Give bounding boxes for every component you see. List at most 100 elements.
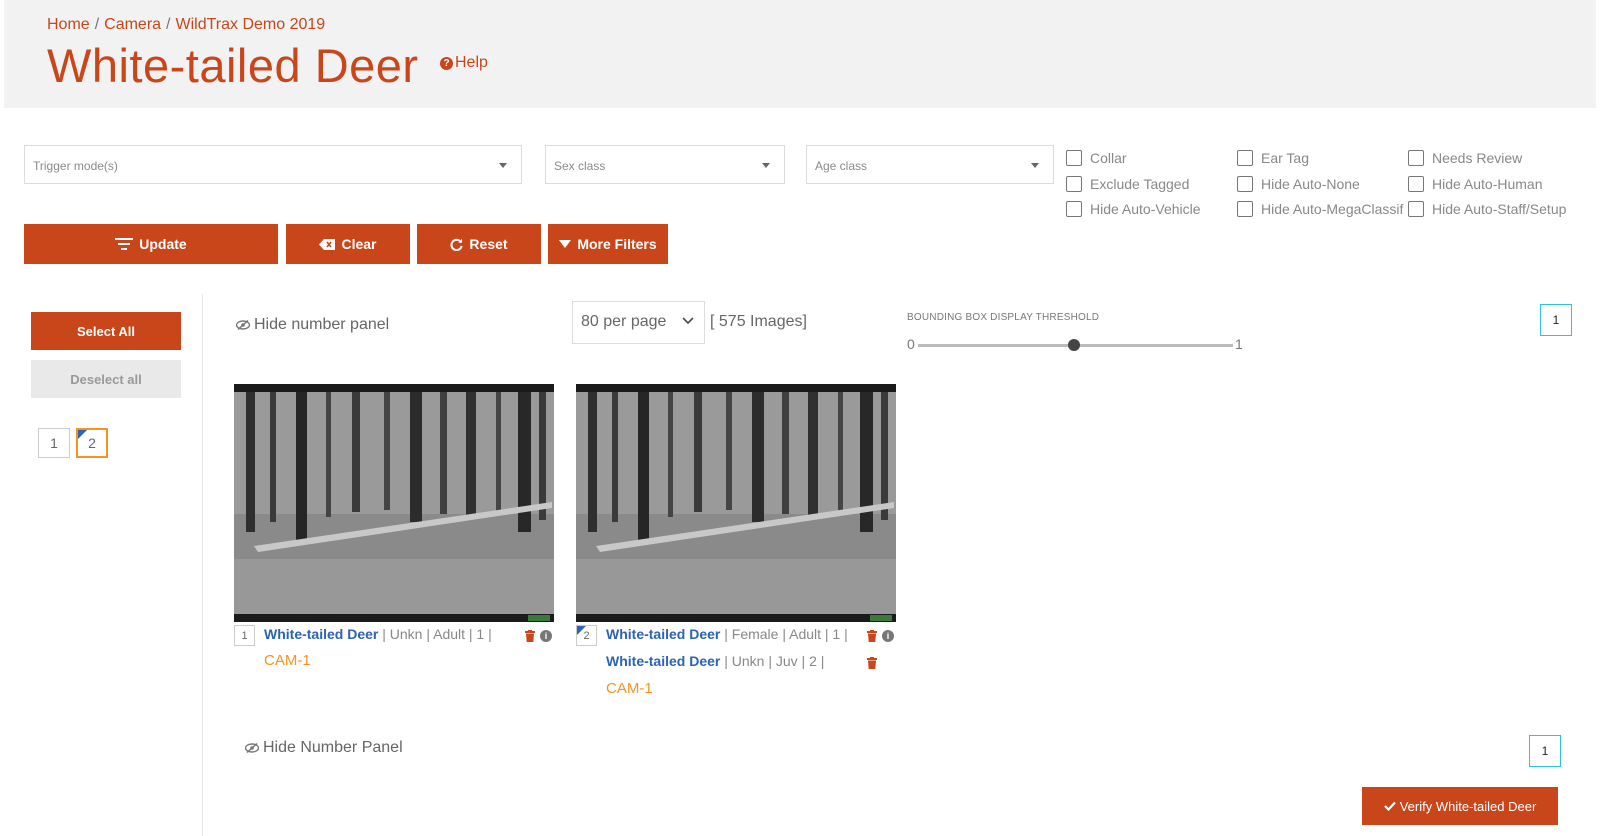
eye-slash-icon xyxy=(245,743,259,753)
pagination-page-1-bottom[interactable]: 1 xyxy=(1529,735,1561,767)
refresh-icon xyxy=(450,238,464,251)
checkbox-box[interactable] xyxy=(1408,150,1424,166)
checkbox-box[interactable] xyxy=(1237,176,1253,192)
tag-details: | Unkn | Juv | 2 | xyxy=(720,653,825,669)
image-timestamp-bar xyxy=(576,384,896,392)
breadcrumb-project[interactable]: WildTrax Demo 2019 xyxy=(176,16,326,33)
checkbox-ear-tag[interactable]: Ear Tag xyxy=(1237,150,1309,166)
check-icon xyxy=(1383,801,1396,811)
number-filter-2[interactable]: 2 xyxy=(76,428,108,458)
checkbox-label: Ear Tag xyxy=(1261,150,1309,166)
breadcrumb-separator: / xyxy=(94,16,100,33)
caret-down-icon xyxy=(499,163,507,168)
info-icon[interactable]: i xyxy=(882,630,894,642)
pagination-page-1[interactable]: 1 xyxy=(1540,304,1572,336)
hide-number-panel-toggle-bottom[interactable]: Hide Number Panel xyxy=(245,739,403,757)
checkbox-box[interactable] xyxy=(1066,150,1082,166)
chevron-down-icon xyxy=(682,317,694,325)
checkbox-label: Collar xyxy=(1090,150,1127,166)
checkbox-label: Exclude Tagged xyxy=(1090,176,1190,192)
update-button[interactable]: Update xyxy=(24,224,278,264)
page-header: Home / Camera / WildTrax Demo 2019 White-tai… xyxy=(4,0,1596,108)
threshold-min: 0 xyxy=(907,336,915,352)
reset-label: Reset xyxy=(469,236,508,252)
trash-icon[interactable] xyxy=(867,630,877,642)
caret-down-icon xyxy=(762,163,770,168)
image-count: [ 575 Images] xyxy=(710,313,807,330)
species-link[interactable]: White-tailed Deer xyxy=(264,626,378,642)
breadcrumb-home[interactable]: Home xyxy=(47,16,90,33)
image-number-1[interactable]: 1 xyxy=(234,625,255,646)
checkbox-hide-auto-megaclassif[interactable]: Hide Auto-MegaClassif xyxy=(1237,201,1403,217)
per-page-select[interactable]: 80 per page xyxy=(572,301,705,344)
trigger-mode-select[interactable]: Trigger mode(s) xyxy=(24,145,522,184)
trigger-mode-placeholder: Trigger mode(s) xyxy=(33,159,118,173)
clear-label: Clear xyxy=(341,236,377,252)
threshold-slider-handle[interactable] xyxy=(1068,339,1080,351)
breadcrumb-camera[interactable]: Camera xyxy=(104,16,161,33)
clear-button[interactable]: Clear xyxy=(286,224,410,264)
image-tag-2-2: White-tailed Deer | Unkn | Juv | 2 | xyxy=(606,653,824,669)
image-number-2[interactable]: 2 xyxy=(576,625,597,646)
checkbox-label: Hide Auto-None xyxy=(1261,176,1360,192)
hide-number-panel-toggle[interactable]: Hide number panel xyxy=(236,316,389,334)
checkbox-label: Hide Auto-MegaClassif xyxy=(1261,201,1404,217)
forest-photo xyxy=(576,384,896,622)
tagged-corner-marker xyxy=(78,430,87,439)
checkbox-label: Needs Review xyxy=(1432,150,1523,166)
help-label: Help xyxy=(455,54,488,71)
select-all-button[interactable]: Select All xyxy=(31,312,181,350)
checkbox-box[interactable] xyxy=(1066,201,1082,217)
camera-label: CAM-1 xyxy=(606,680,653,697)
deselect-all-button[interactable]: Deselect all xyxy=(31,360,181,398)
per-page-value: 80 per page xyxy=(581,313,667,330)
age-class-placeholder: Age class xyxy=(815,159,868,173)
species-link[interactable]: White-tailed Deer xyxy=(606,653,720,669)
checkbox-needs-review[interactable]: Needs Review xyxy=(1408,150,1522,166)
number-filter-1[interactable]: 1 xyxy=(38,428,70,458)
checkbox-box[interactable] xyxy=(1237,150,1253,166)
tagged-corner-marker xyxy=(577,626,586,635)
verify-species-button[interactable]: Verify White-tailed Deer xyxy=(1362,787,1558,825)
threshold-max: 1 xyxy=(1235,336,1243,352)
help-link[interactable]: ? Help xyxy=(440,54,488,72)
verify-label: Verify White-tailed Deer xyxy=(1399,798,1537,814)
reset-button[interactable]: Reset xyxy=(417,224,541,264)
image-footer-bar xyxy=(576,614,896,622)
more-filters-button[interactable]: More Filters xyxy=(548,224,668,264)
tag-details: | Female | Adult | 1 | xyxy=(720,626,848,642)
filter-icon xyxy=(115,238,134,250)
hide-number-panel-label: Hide Number Panel xyxy=(263,739,403,756)
checkbox-exclude-tagged[interactable]: Exclude Tagged xyxy=(1066,176,1189,192)
age-class-select[interactable]: Age class xyxy=(806,145,1054,184)
caret-down-icon xyxy=(559,240,572,248)
camera-image-1[interactable] xyxy=(234,384,554,622)
sex-class-select[interactable]: Sex class xyxy=(545,145,785,184)
species-link[interactable]: White-tailed Deer xyxy=(606,626,720,642)
tag-details: | Unkn | Adult | 1 | xyxy=(378,626,492,642)
checkbox-hide-auto-none[interactable]: Hide Auto-None xyxy=(1237,176,1360,192)
page-title: White-tailed Deer xyxy=(47,39,419,92)
image-tag-2-1: White-tailed Deer | Female | Adult | 1 | xyxy=(606,626,848,642)
forest-photo xyxy=(234,384,554,622)
checkbox-collar[interactable]: Collar xyxy=(1066,150,1127,166)
checkbox-box[interactable] xyxy=(1237,201,1253,217)
image-footer-bar xyxy=(234,614,554,622)
checkbox-label: Hide Auto-Human xyxy=(1432,176,1543,192)
image-tag-1-1: White-tailed Deer | Unkn | Adult | 1 | xyxy=(264,626,492,642)
checkbox-hide-auto-human[interactable]: Hide Auto-Human xyxy=(1408,176,1543,192)
more-filters-label: More Filters xyxy=(577,236,657,252)
camera-image-2[interactable] xyxy=(576,384,896,622)
checkbox-box[interactable] xyxy=(1408,176,1424,192)
checkbox-box[interactable] xyxy=(1066,176,1082,192)
checkbox-hide-auto-vehicle[interactable]: Hide Auto-Vehicle xyxy=(1066,201,1201,217)
info-icon[interactable]: i xyxy=(540,630,552,642)
trash-icon[interactable] xyxy=(867,657,877,669)
number-filter-label: 2 xyxy=(88,435,96,451)
checkbox-hide-auto-staff-setup[interactable]: Hide Auto-Staff/Setup xyxy=(1408,201,1566,217)
checkbox-box[interactable] xyxy=(1408,201,1424,217)
trash-icon[interactable] xyxy=(525,630,535,642)
selection-panel: Select All Deselect all 1 2 xyxy=(0,294,203,836)
caret-down-icon xyxy=(1031,163,1039,168)
threshold-label: BOUNDING BOX DISPLAY THRESHOLD xyxy=(907,312,1100,323)
